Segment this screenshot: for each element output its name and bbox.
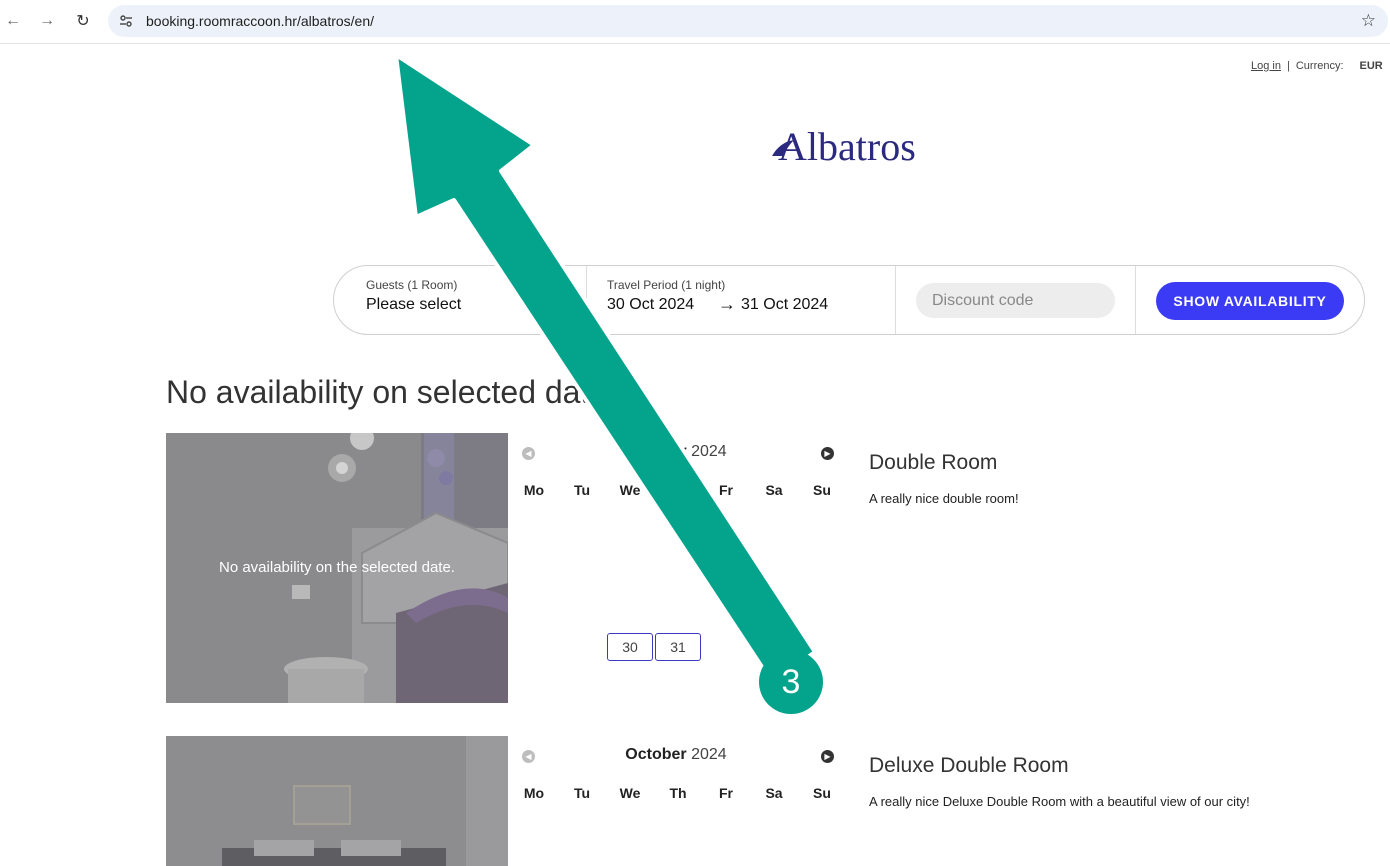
- weekday-label: Th: [669, 482, 687, 498]
- site-settings-icon[interactable]: [118, 13, 134, 29]
- weekday-label: Tu: [573, 482, 591, 498]
- calendar-date[interactable]: 31: [655, 633, 701, 661]
- weekday-label: Sa: [765, 482, 783, 498]
- address-bar[interactable]: booking.roomraccoon.hr/albatros/en/ ☆: [108, 5, 1388, 37]
- room-card: No availability on the selected date. ◀ …: [166, 433, 1326, 703]
- weekday-label: Su: [813, 482, 831, 498]
- weekday-label: Su: [813, 785, 831, 801]
- bookmark-star-icon[interactable]: ☆: [1361, 11, 1376, 31]
- currency-label: Currency:: [1295, 60, 1344, 72]
- show-availability-button[interactable]: SHOW AVAILABILITY: [1156, 282, 1344, 320]
- weekday-label: Mo: [523, 785, 545, 801]
- room-description: A really nice double room!: [869, 491, 1019, 506]
- albatros-logo[interactable]: Albatros: [770, 118, 930, 168]
- back-icon[interactable]: ←: [2, 10, 24, 32]
- weekday-label: Fr: [719, 785, 733, 801]
- room-name[interactable]: Double Room: [869, 451, 997, 475]
- calendar-year: 2024: [691, 746, 727, 763]
- next-month-icon[interactable]: ▶: [821, 750, 834, 763]
- calendar-title: October 2024: [516, 746, 836, 764]
- url-text[interactable]: booking.roomraccoon.hr/albatros/en/: [146, 13, 374, 29]
- calendar-title: October 2024: [516, 443, 836, 461]
- weekday-label: Th: [669, 785, 687, 801]
- calendar-month: October: [625, 443, 687, 460]
- svg-text:Albatros: Albatros: [778, 124, 916, 168]
- guests-value: Please select: [366, 296, 462, 313]
- calendar-year: 2024: [691, 443, 727, 460]
- login-link[interactable]: Log in: [1251, 60, 1281, 72]
- room-description: A really nice Deluxe Double Room with a …: [869, 794, 1250, 809]
- no-availability-overlay: No availability on the selected date.: [219, 559, 455, 576]
- page-title: No availability on selected dates: [166, 374, 624, 410]
- weekday-label: We: [619, 482, 641, 498]
- weekday-label: Mo: [523, 482, 545, 498]
- browser-toolbar: ← → ↻ booking.roomraccoon.hr/albatros/en…: [0, 0, 1390, 44]
- date-from: 30 Oct 2024: [607, 296, 695, 313]
- arrow-right-icon: →: [718, 294, 736, 314]
- calendar-date[interactable]: 30: [607, 633, 653, 661]
- weekday-label: We: [619, 785, 641, 801]
- calendar-header: ◀ October 2024 ▶: [516, 443, 836, 465]
- room-name[interactable]: Deluxe Double Room: [869, 754, 1069, 778]
- next-month-icon[interactable]: ▶: [821, 447, 834, 460]
- room-card: ◀ October 2024 ▶ Mo Tu We Th Fr Sa Su De…: [166, 736, 1326, 866]
- date-to: 31 Oct 2024: [741, 296, 829, 313]
- travel-period-label: Travel Period (1 night): [607, 278, 726, 292]
- separator: |: [1286, 60, 1290, 72]
- guests-selector[interactable]: Guests (1 Room) Please select: [334, 266, 587, 334]
- room-photo[interactable]: [166, 736, 508, 866]
- guests-label: Guests (1 Room): [366, 278, 458, 292]
- calendar-header: ◀ October 2024 ▶: [516, 746, 836, 768]
- search-bar: Guests (1 Room) Please select Travel Per…: [333, 265, 1365, 335]
- forward-icon[interactable]: →: [36, 10, 58, 32]
- weekday-label: Fr: [719, 482, 733, 498]
- weekday-label: Tu: [573, 785, 591, 801]
- weekday-label: Sa: [765, 785, 783, 801]
- travel-period-selector[interactable]: Travel Period (1 night) 30 Oct 2024 → 31…: [587, 266, 896, 334]
- reload-icon[interactable]: ↻: [72, 10, 94, 32]
- room-photo[interactable]: No availability on the selected date.: [166, 433, 508, 703]
- step-badge: 3: [759, 650, 823, 714]
- discount-code-input[interactable]: [916, 283, 1115, 318]
- calendar-month: October: [625, 746, 687, 763]
- currency-select[interactable]: EUR: [1360, 60, 1383, 72]
- utility-bar: Log in | Currency: EUR: [1251, 60, 1383, 72]
